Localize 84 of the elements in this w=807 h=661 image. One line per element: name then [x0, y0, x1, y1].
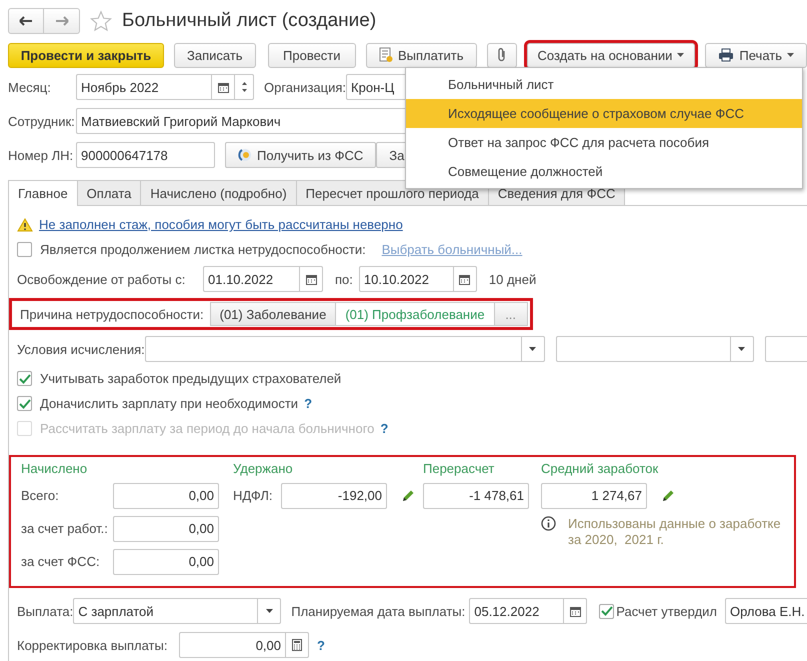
days-count: 10 дней — [488, 272, 536, 286]
section-heading: Начислено — [21, 461, 88, 478]
field-label: Месяц: — [8, 80, 52, 94]
calendar-icon — [570, 606, 581, 616]
checkbox-label: Доначислить зарплату при необходимости — [40, 396, 298, 411]
document-icon — [379, 47, 393, 63]
back-arrow-icon — [19, 16, 33, 26]
payment-select[interactable]: С зарплатой — [73, 598, 282, 624]
post-and-close-button[interactable]: Провести и закрыть — [8, 42, 164, 68]
field-label: за счет работ.: — [21, 521, 109, 536]
menu-item[interactable]: Исходящее сообщение о страховом случае ФСС — [406, 99, 802, 128]
sick-leave-number-field[interactable]: 900000647178 — [76, 142, 215, 168]
info-icon — [541, 516, 556, 531]
attach-button[interactable] — [486, 42, 517, 68]
create-based-on-button[interactable]: Создать на основании — [526, 42, 696, 68]
calculator-icon — [292, 639, 302, 651]
section-heading: Средний заработок — [541, 461, 660, 478]
toolbar-button[interactable]: Провести — [268, 42, 356, 68]
help-link[interactable]: ? — [317, 638, 325, 652]
field-label: Сотрудник: — [8, 114, 76, 128]
checkbox[interactable] — [599, 604, 614, 618]
section-heading: Перерасчет — [423, 461, 496, 478]
caret-icon — [787, 53, 794, 57]
field-label: НДФЛ: — [233, 488, 274, 503]
month-field[interactable]: Ноябрь 2022 — [76, 74, 254, 100]
tab[interactable]: Начислено (подробно) — [140, 180, 297, 205]
field-label: Освобождение от работы с: — [17, 272, 186, 286]
caret-icon — [266, 609, 273, 613]
field-label: Номер ЛН: — [8, 148, 74, 162]
field-label: Корректировка выплаты: — [17, 638, 168, 652]
approver-field[interactable]: Орлова Е.Н. — [725, 598, 807, 624]
date-field[interactable]: 05.12.2022 — [469, 598, 588, 624]
amount-field[interactable]: 1 274,67 — [541, 482, 647, 508]
reason-option[interactable]: (01) Профзаболевание — [335, 302, 495, 326]
up-down-icon — [242, 81, 246, 93]
reason-option[interactable]: (01) Заболевание — [210, 302, 336, 326]
caret-icon — [738, 347, 746, 351]
amount-field[interactable]: -1 478,61 — [423, 482, 529, 508]
field-label: по: — [335, 272, 353, 286]
amount-field[interactable]: 0,00 — [113, 548, 219, 574]
correction-field[interactable]: 0,00 — [179, 632, 309, 658]
back-button[interactable] — [8, 8, 44, 34]
amount-field[interactable]: 0,00 — [113, 482, 219, 508]
field-label: Причина нетрудоспособности: — [20, 306, 204, 322]
star-icon[interactable] — [90, 10, 112, 32]
pencil-icon[interactable] — [661, 488, 675, 502]
tab[interactable]: Главное — [8, 180, 78, 206]
warning-link[interactable]: Не заполнен стаж, пособия могут быть рассчитаны неверно — [39, 217, 403, 232]
caret-icon — [677, 53, 684, 57]
field-label: Всего: — [21, 488, 60, 503]
pencil-icon[interactable] — [401, 488, 415, 502]
tab[interactable]: Оплата — [76, 180, 142, 205]
checkbox-label: Расчет утвердил — [616, 604, 718, 618]
field-label: Организация: — [264, 80, 346, 94]
checkbox[interactable] — [17, 242, 32, 257]
help-link[interactable]: ? — [304, 396, 312, 411]
printer-icon — [718, 48, 734, 62]
checkbox-label: Учитывать заработок предыдущих страхователей — [40, 371, 342, 386]
amount-field[interactable]: -192,00 — [281, 482, 387, 508]
info-note: Использованы данные о заработке за 2020, 2021 г. — [568, 516, 782, 548]
section-heading: Удержано — [233, 461, 294, 478]
date-field[interactable]: 10.10.2022 — [358, 266, 477, 292]
field-label: Условия исчисления: — [17, 342, 145, 356]
checkbox-label: Рассчитать зарплату за период до начала больничного — [40, 421, 374, 436]
field-label: Выплата: — [17, 604, 74, 618]
field-label: за счет ФСС: — [21, 554, 101, 569]
forward-arrow-icon — [54, 16, 68, 26]
checkbox-label: Является продолжением листка нетрудоспособности: — [40, 242, 366, 257]
caret-icon — [529, 347, 536, 351]
calendar-icon — [306, 274, 316, 284]
menu-item[interactable]: Больничный лист — [406, 70, 802, 99]
get-from-fss-button[interactable]: Получить из ФСС — [225, 142, 376, 168]
calendar-icon — [218, 82, 228, 92]
print-button[interactable]: Печать — [705, 42, 807, 68]
pay-button[interactable]: Выплатить — [366, 42, 477, 68]
warning-icon — [17, 218, 33, 232]
field-label: Планируемая дата выплаты: — [291, 604, 466, 618]
toolbar-button[interactable]: Записать — [174, 42, 256, 68]
date-field[interactable]: 01.10.2022 — [203, 266, 323, 292]
amount-field[interactable]: 0,00 — [113, 516, 219, 542]
checkbox[interactable] — [17, 371, 32, 386]
checkbox[interactable] — [17, 396, 32, 411]
calendar-icon — [459, 274, 470, 284]
window-title: Больничный лист (создание) — [122, 10, 376, 32]
